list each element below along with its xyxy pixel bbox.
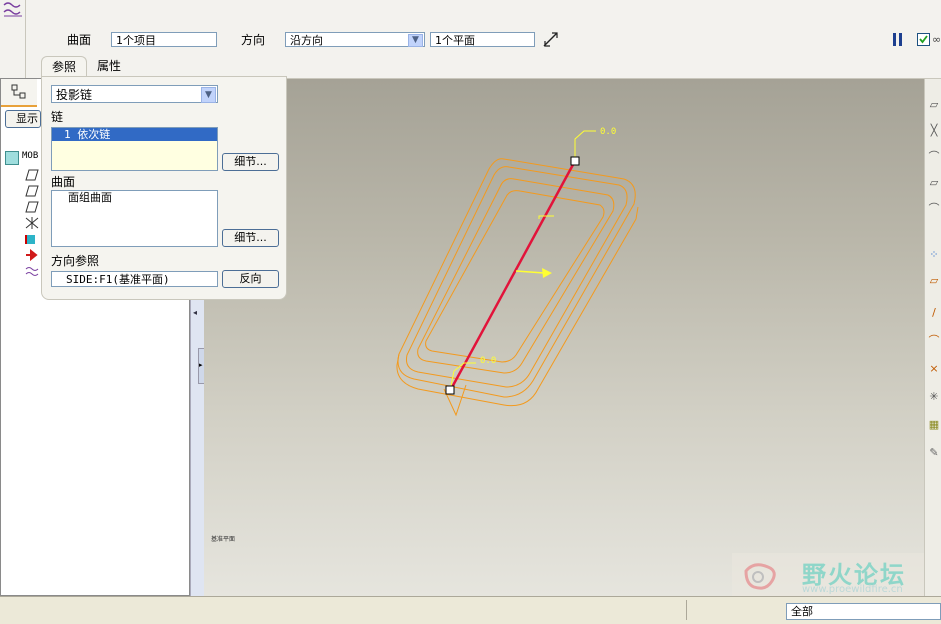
- dropdown-arrow-icon[interactable]: ▼: [201, 87, 216, 103]
- checkbox-checked-icon[interactable]: [917, 33, 930, 46]
- plane-tool-icon[interactable]: ▱: [928, 275, 940, 287]
- datum-plane-tool-icon[interactable]: ▱: [928, 99, 940, 111]
- direction-select[interactable]: 沿方向 ▼: [285, 32, 425, 47]
- chain-start-handle[interactable]: [445, 385, 455, 395]
- model-tree-icon: [11, 84, 26, 99]
- projected-curve-icon[interactable]: [25, 265, 39, 277]
- status-divider: [686, 600, 687, 620]
- status-bar: 全部: [0, 596, 941, 624]
- model-tree-tab[interactable]: [1, 79, 37, 107]
- chain-details-button[interactable]: 细节...: [222, 153, 279, 171]
- direction-ref-collector[interactable]: SIDE:F1(基准平面): [51, 271, 218, 287]
- dropdown-arrow-icon[interactable]: ▼: [408, 34, 423, 47]
- surface-section-label: 曲面: [51, 175, 76, 189]
- show-button[interactable]: 显示: [5, 110, 41, 128]
- direction-arrow: [515, 268, 552, 278]
- plane-collector[interactable]: 1个平面: [430, 32, 535, 47]
- surface-label: 曲面: [67, 33, 92, 47]
- dimension-label-bottom[interactable]: 0.0: [480, 356, 496, 366]
- datum-toolbar: ▱ ╳ ⌒ ▱ ⌒ ⁘ ▱ / ⌒ × ✳ ▦ ✎: [924, 79, 941, 596]
- datum-curve-tool-icon[interactable]: ⌒: [928, 151, 940, 163]
- chain-collector[interactable]: 1 依次链: [51, 127, 218, 171]
- csys-tool-icon[interactable]: ✳: [928, 391, 940, 403]
- surface-details-button[interactable]: 细节...: [222, 229, 279, 247]
- dashboard-divider: [25, 0, 26, 78]
- flip-button[interactable]: 反向: [222, 270, 279, 288]
- projected-curve-icon[interactable]: [2, 0, 24, 18]
- tab-properties[interactable]: 属性: [87, 56, 131, 76]
- analysis-tool-icon[interactable]: ▦: [928, 419, 940, 431]
- chain-type-value: 投影链: [56, 88, 93, 102]
- selection-filter[interactable]: 全部: [786, 603, 941, 620]
- datum-csys-tool-icon[interactable]: ⌒: [928, 203, 940, 215]
- chain-type-select[interactable]: 投影链 ▼: [51, 85, 218, 103]
- model-wireframe: [396, 130, 639, 417]
- surface-collector[interactable]: 1个项目: [111, 32, 217, 47]
- datum-axis-tool-icon[interactable]: ╳: [928, 125, 940, 137]
- direction-label: 方向: [241, 33, 266, 47]
- phone-wireframe: [396, 158, 639, 407]
- sketch-tool-icon[interactable]: ⁘: [928, 249, 940, 261]
- tree-root-label[interactable]: MOB: [22, 151, 38, 161]
- dimension-label-top[interactable]: 0.0: [600, 127, 616, 137]
- datum-plane-icon[interactable]: [25, 185, 39, 197]
- point-tool-icon[interactable]: ×: [928, 363, 940, 375]
- collapse-left-icon[interactable]: ◂: [193, 308, 197, 317]
- tab-references[interactable]: 参照: [41, 56, 88, 77]
- insert-here-arrow-icon[interactable]: [25, 248, 39, 262]
- part-icon: [5, 151, 19, 165]
- glasses-icon[interactable]: ∞: [932, 33, 941, 46]
- chain-label: 链: [51, 110, 64, 124]
- forum-watermark: 野火论坛 www.proewildfire.cn: [732, 553, 924, 596]
- direction-ref-label: 方向参照: [51, 254, 100, 268]
- coordinate-system-icon[interactable]: [25, 217, 39, 229]
- flip-direction-icon[interactable]: [542, 31, 560, 49]
- surface-item[interactable]: 面组曲面: [52, 191, 217, 205]
- datum-plane-icon[interactable]: [25, 201, 39, 213]
- forum-logo: [744, 563, 776, 590]
- datum-tiny-text: 基准平面: [211, 536, 236, 543]
- annotation-tool-icon[interactable]: ✎: [928, 447, 940, 459]
- axis-tool-icon[interactable]: /: [928, 307, 940, 319]
- graphics-window[interactable]: 0.0 0.0 基准平面 野火论坛 www.proewildfire.cn: [204, 79, 924, 596]
- watermark-url: www.proewildfire.cn: [802, 584, 903, 595]
- chain-end-handle[interactable]: [570, 156, 580, 166]
- datum-plane-icon[interactable]: [25, 169, 39, 181]
- pause-icon[interactable]: [892, 33, 904, 46]
- surface-list[interactable]: 面组曲面: [51, 190, 218, 247]
- datum-point-tool-icon[interactable]: ▱: [928, 177, 940, 189]
- references-panel: 投影链 ▼ 链 1 依次链 细节... 曲面 面组曲面 细节... 方向参照 S…: [41, 76, 287, 300]
- direction-select-value: 沿方向: [290, 34, 323, 47]
- chain-item[interactable]: 1 依次链: [52, 128, 217, 141]
- curve-tool-icon[interactable]: ⌒: [928, 335, 940, 347]
- insert-feature-icon[interactable]: [25, 233, 39, 245]
- dashboard: 曲面 1个项目 方向 沿方向 ▼ 1个平面 ∞ 参照 属性: [0, 0, 941, 79]
